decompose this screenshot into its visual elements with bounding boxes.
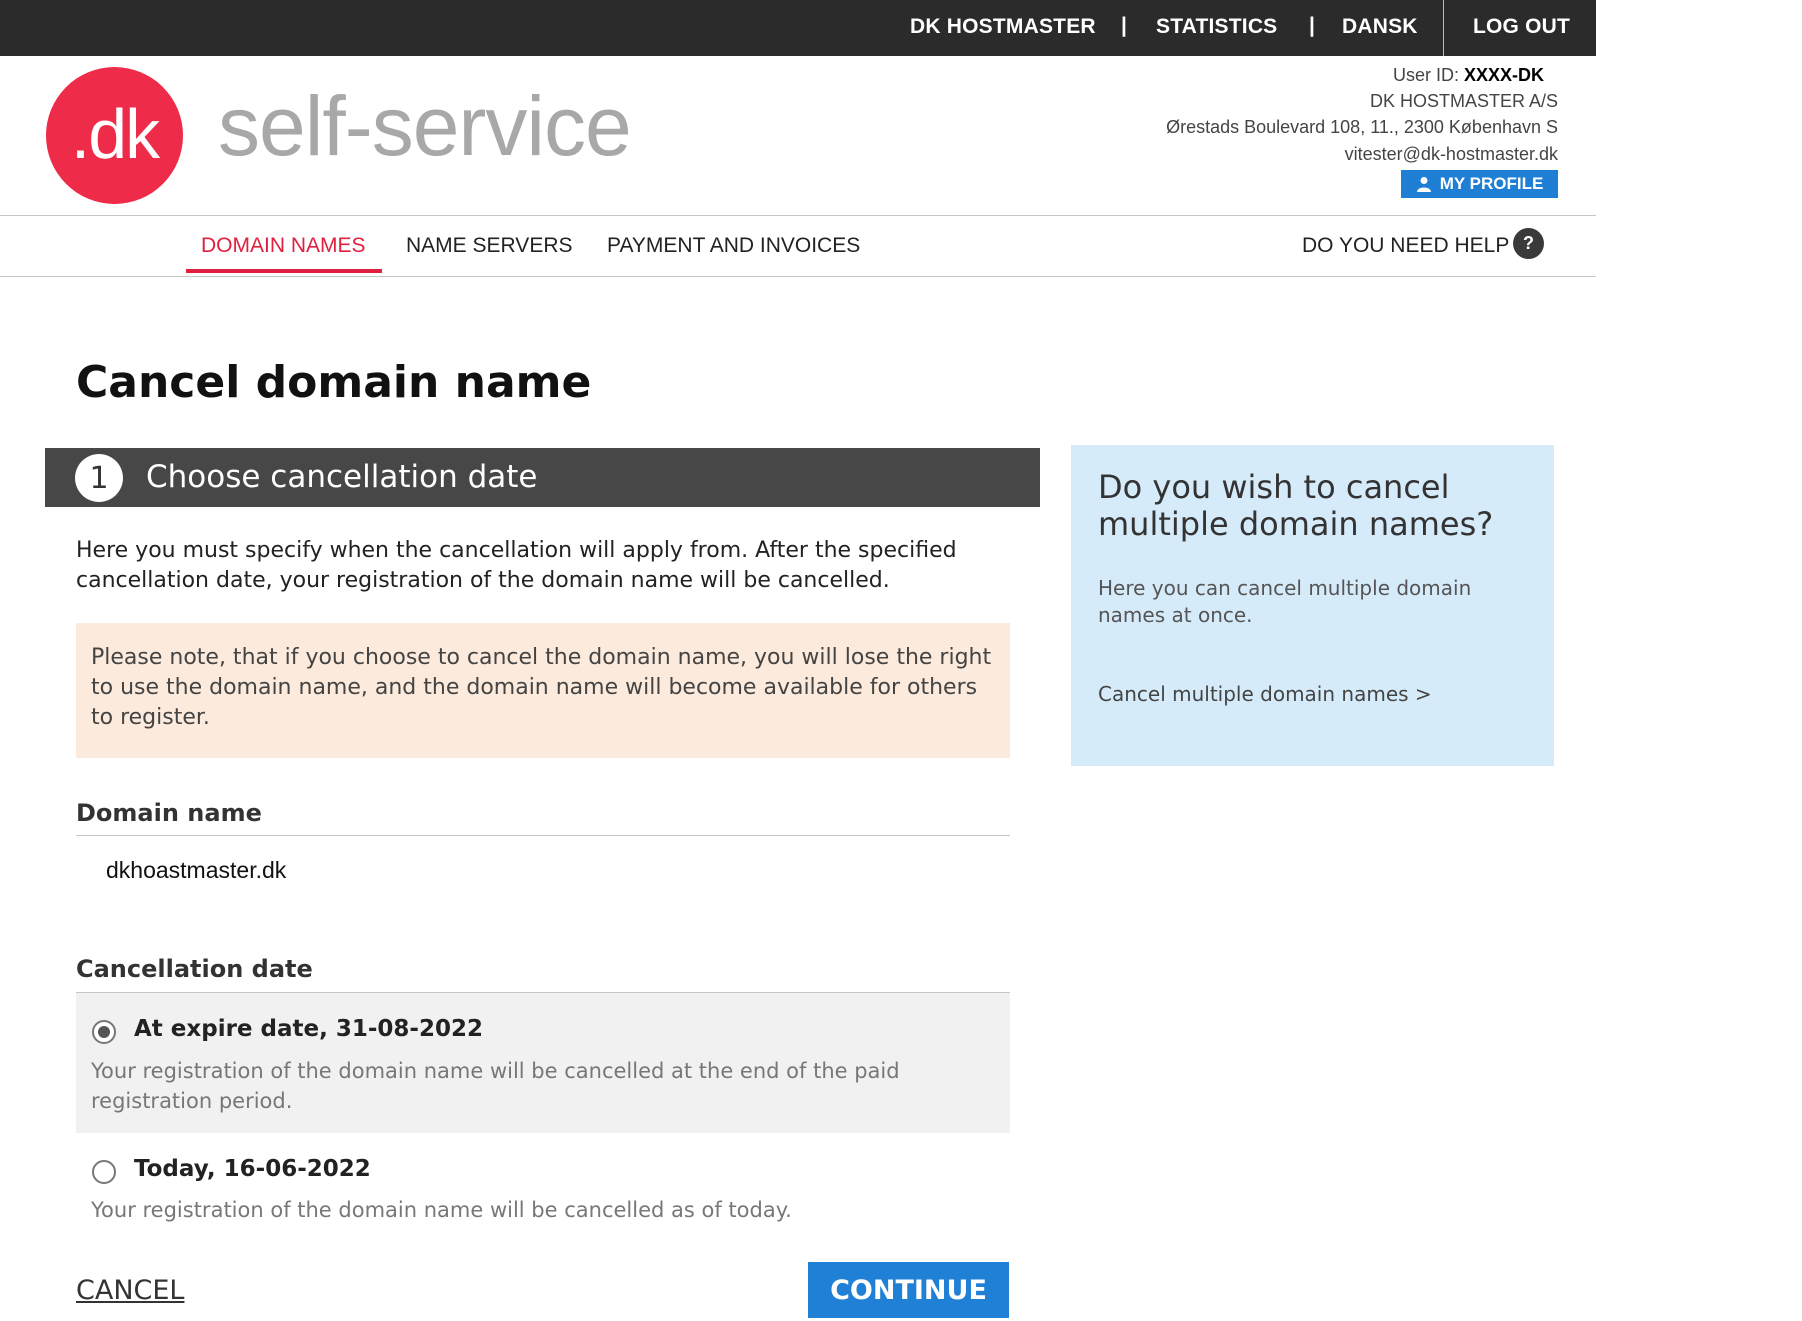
warning-notice: Please note, that if you choose to cance… bbox=[76, 623, 1010, 758]
option-today-title: Today, 16-06-2022 bbox=[134, 1156, 371, 1182]
help-icon[interactable]: ? bbox=[1513, 228, 1544, 259]
cancellation-date-label: Cancellation date bbox=[76, 955, 313, 983]
nav-active-indicator bbox=[186, 269, 382, 273]
option-expire-title: At expire date, 31-08-2022 bbox=[134, 1016, 483, 1042]
domain-name-value: dkhoastmaster.dk bbox=[106, 857, 287, 883]
domain-divider bbox=[76, 835, 1010, 836]
option-expire-date[interactable]: At expire date, 31-08-2022 Your registra… bbox=[76, 993, 1010, 1133]
user-id: User ID: XXXX-DK bbox=[1393, 65, 1544, 86]
step-header: 1 Choose cancellation date bbox=[45, 448, 1040, 507]
intro-text: Here you must specify when the cancellat… bbox=[76, 538, 957, 593]
topbar-separator: | bbox=[1309, 14, 1315, 37]
continue-button[interactable]: CONTINUE bbox=[808, 1262, 1009, 1318]
cancel-multiple-link[interactable]: Cancel multiple domain names > bbox=[1098, 682, 1432, 706]
topbar-divider bbox=[1443, 0, 1444, 56]
cancel-link[interactable]: CANCEL bbox=[76, 1275, 184, 1306]
option-today-description: Your registration of the domain name wil… bbox=[91, 1198, 792, 1222]
logo-text: .dk bbox=[70, 95, 160, 173]
user-icon bbox=[1416, 177, 1431, 192]
panel-heading: Do you wish to cancel multiple domain na… bbox=[1098, 468, 1494, 543]
user-id-label: User ID: bbox=[1392, 65, 1459, 85]
multiple-cancel-panel: Do you wish to cancel multiple domain na… bbox=[1071, 445, 1554, 766]
nav-divider bbox=[0, 276, 1596, 277]
notice-text: Please note, that if you choose to cance… bbox=[91, 645, 992, 730]
company-address: Ørestads Boulevard 108, 11., 2300 Københ… bbox=[1166, 117, 1558, 137]
topbar-link-dk-hostmaster[interactable]: DK HOSTMASTER bbox=[910, 15, 1096, 39]
nav-name-servers[interactable]: NAME SERVERS bbox=[406, 234, 573, 258]
panel-text: Here you can cancel multiple domain name… bbox=[1098, 576, 1472, 627]
topbar-link-statistics[interactable]: STATISTICS bbox=[1156, 15, 1277, 39]
my-profile-button[interactable]: MY PROFILE bbox=[1401, 170, 1558, 198]
step-title: Choose cancellation date bbox=[146, 459, 538, 495]
top-bar: DK HOSTMASTER | STATISTICS | DANSK LOG O… bbox=[0, 0, 1596, 56]
page-title: Cancel domain name bbox=[76, 357, 592, 408]
domain-name-label: Domain name bbox=[76, 799, 262, 827]
logout-link[interactable]: LOG OUT bbox=[1473, 15, 1570, 39]
nav-help[interactable]: DO YOU NEED HELP bbox=[1302, 234, 1509, 258]
user-id-value: XXXX-DK bbox=[1463, 65, 1544, 85]
radio-today[interactable] bbox=[92, 1160, 116, 1184]
account-email: vitester@dk-hostmaster.dk bbox=[1344, 144, 1558, 164]
company-name: DK HOSTMASTER A/S bbox=[1369, 91, 1558, 111]
my-profile-label: MY PROFILE bbox=[1439, 174, 1544, 193]
topbar-separator: | bbox=[1121, 14, 1127, 37]
radio-expire-date[interactable] bbox=[92, 1020, 116, 1044]
step-number: 1 bbox=[75, 454, 123, 502]
dk-logo[interactable]: .dk bbox=[46, 67, 183, 204]
topbar-link-dansk[interactable]: DANSK bbox=[1342, 15, 1418, 39]
brand-title: self-service bbox=[218, 79, 632, 173]
nav-domain-names[interactable]: DOMAIN NAMES bbox=[201, 234, 366, 258]
nav-payment-invoices[interactable]: PAYMENT AND INVOICES bbox=[607, 234, 860, 258]
option-today[interactable]: Today, 16-06-2022 Your registration of t… bbox=[76, 1133, 1010, 1233]
header-divider bbox=[0, 215, 1596, 216]
option-expire-description: Your registration of the domain name wil… bbox=[91, 1059, 900, 1113]
